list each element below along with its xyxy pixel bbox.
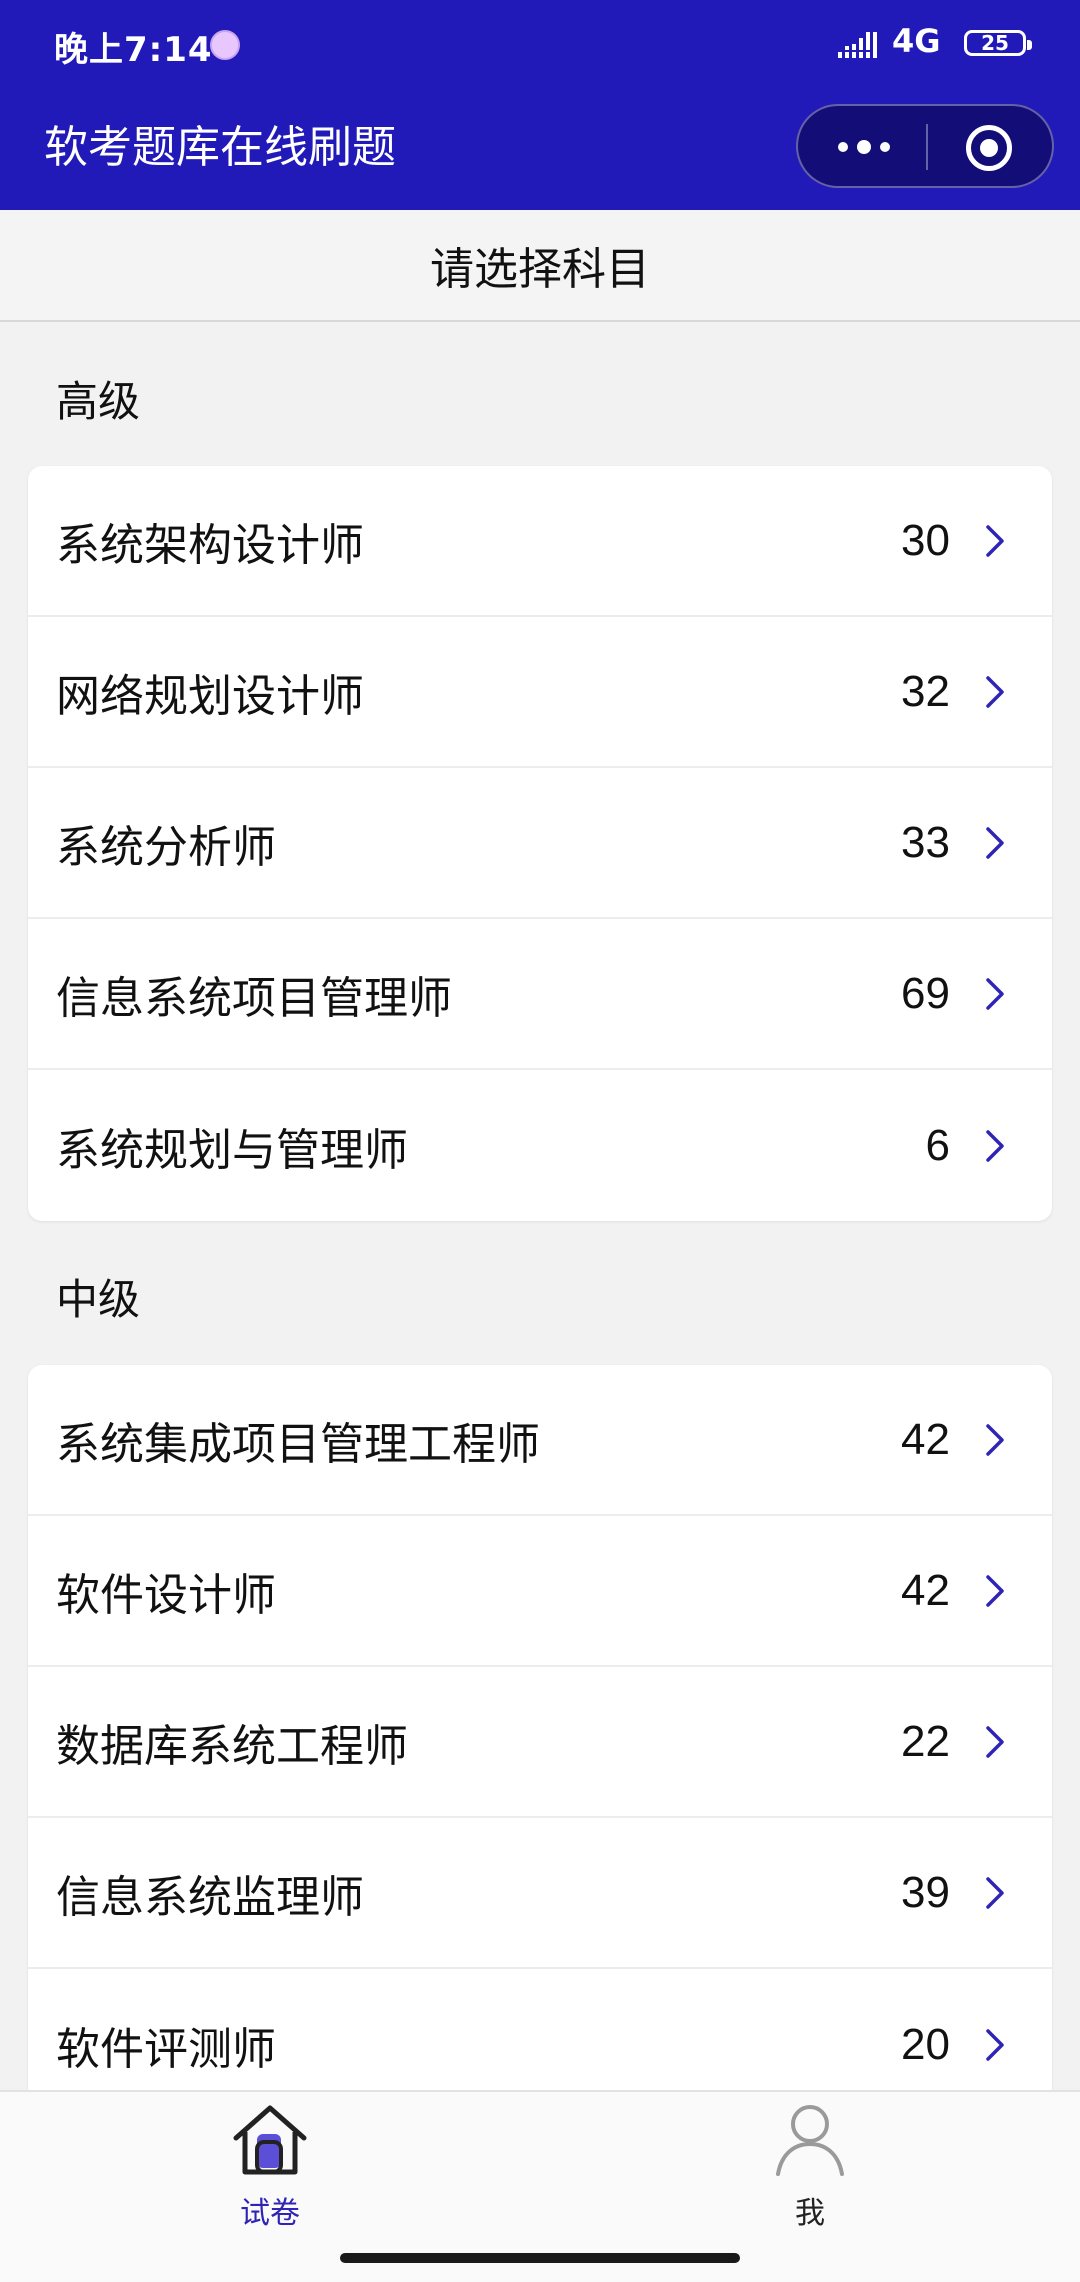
- subject-count: 69: [901, 968, 950, 1018]
- signal-icon: [838, 32, 877, 58]
- subject-count: 6: [925, 1120, 950, 1170]
- status-time: 晚上7:14: [54, 30, 213, 70]
- list-item[interactable]: 系统规划与管理师 6: [28, 1070, 1052, 1221]
- chevron-right-icon: [986, 1876, 1004, 1909]
- subject-label: 软件设计师: [56, 1569, 276, 1621]
- battery-level: 25: [981, 31, 1009, 55]
- app-title: 软考题库在线刷题: [44, 122, 396, 173]
- subject-label: 系统架构设计师: [56, 519, 364, 571]
- subject-label: 系统集成项目管理工程师: [56, 1418, 540, 1470]
- chevron-right-icon: [986, 1129, 1004, 1162]
- home-icon: [233, 2105, 307, 2175]
- tab-exam-label: 试卷: [240, 2196, 300, 2231]
- list-item[interactable]: 数据库系统工程师 22: [28, 1667, 1052, 1818]
- network-label: 4G: [892, 22, 941, 60]
- subject-count: 22: [901, 1716, 950, 1766]
- title-bar: 晚上7:14 4G 25 软考题库在线刷题: [0, 0, 1080, 210]
- notification-icon: [210, 30, 240, 60]
- list-item[interactable]: 信息系统项目管理师 69: [28, 919, 1052, 1070]
- list-item[interactable]: 系统分析师 33: [28, 768, 1052, 919]
- more-dots-icon[interactable]: [832, 128, 896, 166]
- home-indicator[interactable]: [340, 2253, 740, 2263]
- chevron-right-icon: [986, 826, 1004, 859]
- target-icon[interactable]: [966, 125, 1012, 171]
- subject-label: 系统规划与管理师: [56, 1124, 408, 1176]
- subject-label: 软件评测师: [56, 2023, 276, 2075]
- capsule-divider: [926, 124, 928, 170]
- chevron-right-icon: [986, 524, 1004, 557]
- subject-list-advanced: 系统架构设计师 30 网络规划设计师 32 系统分析师 33 信息系统项目管理师…: [28, 466, 1052, 1221]
- page-title: 请选择科目: [430, 244, 650, 295]
- chevron-right-icon: [986, 675, 1004, 708]
- mini-program-capsule: [796, 104, 1054, 188]
- section-title-intermediate: 中级: [56, 1275, 141, 1324]
- subject-count: 20: [901, 2019, 950, 2069]
- subject-label: 系统分析师: [56, 821, 276, 873]
- list-item[interactable]: 系统架构设计师 30: [28, 466, 1052, 617]
- subject-count: 42: [901, 1565, 950, 1615]
- subject-label: 数据库系统工程师: [56, 1720, 408, 1772]
- subject-list-intermediate: 系统集成项目管理工程师 42 软件设计师 42 数据库系统工程师 22 信息系统…: [28, 1365, 1052, 2120]
- subject-count: 30: [901, 515, 950, 565]
- list-item[interactable]: 软件设计师 42: [28, 1516, 1052, 1667]
- tab-me-label: 我: [795, 2196, 825, 2231]
- list-item[interactable]: 信息系统监理师 39: [28, 1818, 1052, 1969]
- user-icon: [776, 2105, 844, 2176]
- chevron-right-icon: [986, 2028, 1004, 2061]
- subject-count: 39: [901, 1867, 950, 1917]
- tab-me[interactable]: 我: [710, 2102, 910, 2232]
- list-item[interactable]: 系统集成项目管理工程师 42: [28, 1365, 1052, 1516]
- section-title-advanced: 高级: [56, 377, 141, 426]
- subject-label: 信息系统项目管理师: [56, 972, 452, 1024]
- subject-count: 33: [901, 817, 950, 867]
- tab-exam[interactable]: 试卷: [170, 2102, 370, 2232]
- subject-label: 信息系统监理师: [56, 1871, 364, 1923]
- list-item[interactable]: 网络规划设计师 32: [28, 617, 1052, 768]
- subject-count: 32: [901, 666, 950, 716]
- subject-label: 网络规划设计师: [56, 670, 364, 722]
- chevron-right-icon: [986, 1423, 1004, 1456]
- chevron-right-icon: [986, 977, 1004, 1010]
- battery-icon: 25: [964, 30, 1032, 56]
- chevron-right-icon: [986, 1725, 1004, 1758]
- subject-count: 42: [901, 1414, 950, 1464]
- page-header: 请选择科目: [0, 210, 1080, 322]
- chevron-right-icon: [986, 1574, 1004, 1607]
